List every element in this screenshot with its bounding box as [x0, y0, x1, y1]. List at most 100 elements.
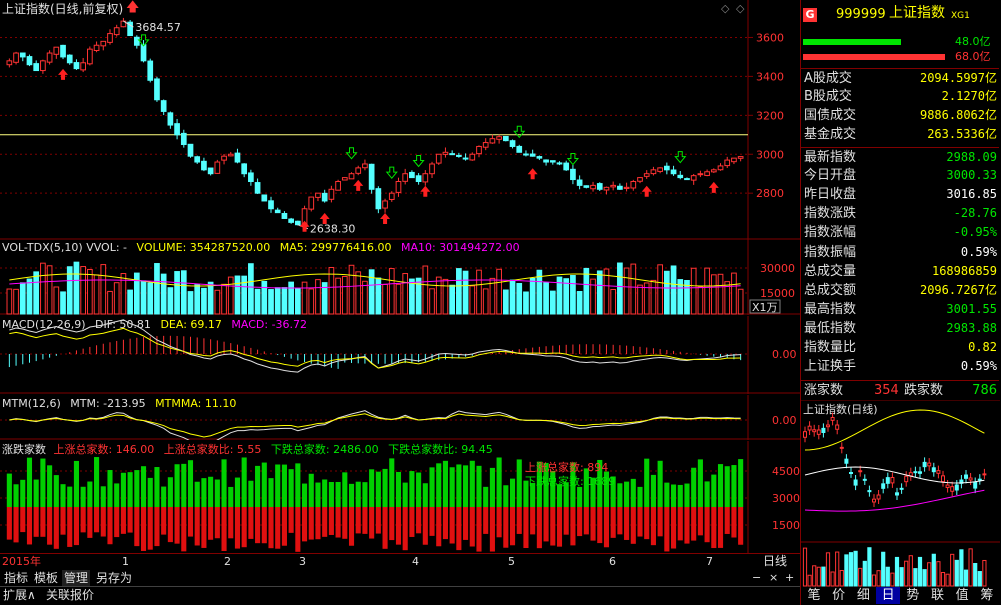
mini-volume-bar — [899, 567, 904, 587]
candle-body — [254, 182, 261, 194]
decline-bar — [691, 467, 697, 507]
index-stat-label: 指数振幅 — [804, 244, 857, 260]
tab-template[interactable]: 模板 — [32, 570, 60, 586]
index-stat-label: 最低指数 — [804, 320, 857, 336]
candle-body — [710, 169, 717, 173]
decline-bar — [456, 464, 462, 507]
turnover-label: A股成交 — [804, 71, 852, 86]
candle-body — [368, 163, 375, 190]
right-tab-0[interactable]: 笔 — [802, 587, 826, 604]
candle-body — [677, 174, 684, 179]
candle-body — [308, 196, 315, 210]
decline-bar — [181, 463, 187, 507]
advance-bar — [73, 507, 79, 546]
candle-body — [549, 160, 556, 163]
buy-signal-icon — [58, 68, 69, 80]
volume-bar — [596, 270, 603, 315]
candle-body — [382, 200, 388, 209]
tab-indicator[interactable]: 指标 — [2, 570, 30, 586]
right-tab-5[interactable]: 联 — [926, 587, 950, 604]
advance-bar — [315, 507, 321, 540]
right-tab-6[interactable]: 值 — [950, 587, 974, 604]
status-expand[interactable]: 扩展∧ — [3, 589, 36, 602]
minus-icon[interactable]: − — [752, 571, 761, 584]
mini-candle-body — [858, 470, 863, 473]
status-related-quote[interactable]: 关联报价 — [46, 589, 94, 602]
y-tick-label: 0.00 — [772, 348, 797, 361]
decline-bar — [281, 464, 287, 507]
right-tab-7[interactable]: 筹 — [975, 587, 999, 604]
right-tab-4[interactable]: 势 — [901, 587, 925, 604]
right-tab-1[interactable]: 价 — [827, 587, 851, 604]
candle-body — [362, 163, 368, 169]
y-tick-label: 3000 — [756, 148, 784, 161]
candle-body — [449, 153, 456, 156]
cross-icon[interactable]: × — [769, 571, 778, 584]
advance-bar — [167, 507, 173, 543]
volume-bar — [348, 264, 355, 315]
right-tab-2[interactable]: 细 — [851, 587, 875, 604]
decline-bar — [416, 472, 422, 507]
tab-manage[interactable]: 管理 — [62, 570, 91, 586]
volume-bar — [147, 282, 154, 315]
candle-body — [321, 192, 328, 202]
candle-body — [348, 173, 355, 180]
macd-chart[interactable]: 0.00 — [0, 316, 800, 394]
decline-bar — [214, 479, 220, 507]
volume-bar — [375, 277, 382, 315]
advance-bar — [342, 507, 348, 539]
candle-body — [731, 157, 737, 163]
decline-bar — [234, 477, 241, 507]
candle-body — [294, 220, 301, 226]
down-count-label: 跌家数 — [904, 383, 944, 398]
volume-bar — [549, 290, 556, 315]
volume-bar — [254, 288, 261, 315]
volume-bar — [194, 284, 201, 315]
candle-body — [33, 63, 40, 72]
candle-body — [248, 172, 254, 183]
candle-body — [543, 159, 549, 163]
decline-bar — [429, 467, 435, 507]
mini-candle-body — [931, 467, 936, 473]
volume-bar — [26, 278, 33, 315]
mini-volume-bar — [825, 552, 831, 587]
decline-bar — [275, 464, 281, 507]
buy-signal-icon — [420, 185, 431, 197]
advance-bar — [496, 507, 502, 538]
mini-candle-body — [936, 470, 941, 474]
candle-body — [40, 60, 46, 72]
tab-save-as[interactable]: 另存为 — [94, 570, 134, 586]
mini-candle-body — [835, 424, 840, 430]
advance-bar — [234, 507, 241, 549]
candle-body — [13, 52, 19, 63]
mini-chart[interactable] — [801, 400, 1000, 587]
volume-bar — [469, 285, 476, 315]
mtm-chart[interactable]: 0.00 — [0, 395, 800, 440]
plus-icon[interactable]: + — [785, 571, 794, 584]
volume-bar — [174, 271, 180, 315]
decline-bar — [20, 479, 26, 507]
x-axis-month-6: 6 — [609, 555, 616, 568]
decline-bar — [637, 486, 643, 507]
decline-bar — [47, 465, 53, 507]
volume-bar — [221, 283, 227, 315]
mini-candle-body — [982, 473, 987, 476]
volume-bar — [315, 279, 321, 315]
right-tab-3[interactable]: 日 — [876, 587, 901, 604]
advance-decline-chart[interactable]: 4500 3000 1500 — [0, 441, 800, 553]
index-stat-row: 最低指数 2983.88 — [801, 319, 999, 338]
advance-bar — [536, 507, 542, 549]
index-stat-label: 总成交量 — [804, 263, 857, 279]
mini-ma-line — [804, 489, 985, 512]
advance-bar — [509, 507, 516, 546]
candlestick-chart[interactable]: 3600 3400 3200 3000 2800 3684.57 2638.30 — [0, 0, 800, 240]
volume-chart[interactable]: 30000 15000X1万 — [0, 240, 800, 315]
period-label[interactable]: 日线 — [763, 555, 787, 568]
candle-body — [19, 52, 26, 58]
x-axis-year: 2015年 — [2, 555, 41, 568]
volume-bar — [335, 277, 341, 315]
advance-bar — [691, 507, 697, 541]
volume-bar — [46, 265, 53, 315]
volume-bar — [214, 289, 221, 315]
turnover-value: 2.1270亿 — [941, 89, 997, 104]
